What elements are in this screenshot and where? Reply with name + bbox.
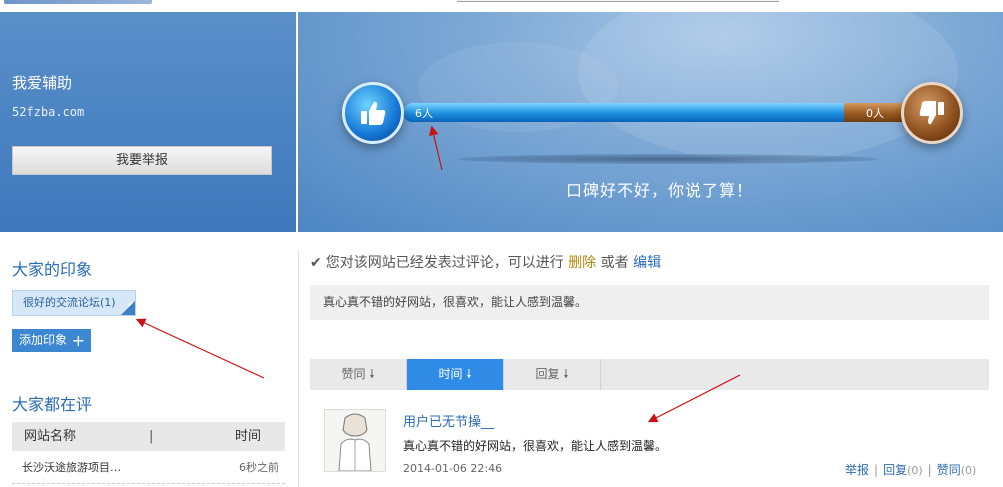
impressions-title: 大家的印象 [12, 260, 93, 279]
bad-count: 0人 [866, 107, 884, 120]
top-bar [0, 0, 1003, 12]
column-site-name: 网站名称 [24, 429, 77, 444]
review-username[interactable]: 用户已无节操__ [403, 411, 494, 430]
column-time: 时间 [234, 429, 261, 444]
bar-shadow [458, 154, 878, 164]
tab-agree-label: 赞同 [341, 367, 366, 381]
site-name: 我爱辅助 [12, 74, 73, 92]
plus-icon: + [71, 331, 85, 350]
my-comment: 真心真不错的好网站，很喜欢，能让人感到温馨。 [310, 285, 989, 320]
add-impression-button[interactable]: 添加印象 + [12, 329, 91, 352]
column-separator: | [149, 429, 154, 444]
annotation-arrow [135, 318, 265, 379]
tab-time-label: 时间 [438, 367, 463, 381]
review-actions: 举报 | 回复(0) | 赞同(0) [845, 463, 977, 477]
reply-link[interactable]: 回复(0) [883, 463, 923, 477]
report-button[interactable]: 我要举报 [12, 146, 272, 175]
agree-count: (0) [960, 464, 977, 477]
review-text: 真心真不错的好网站，很喜欢，能让人感到温馨。 [403, 439, 668, 453]
good-count: 6人 [415, 107, 433, 120]
thumbs-down-button[interactable] [901, 82, 963, 144]
world-map-background [578, 12, 958, 162]
tab-time[interactable]: 时间 🠗 [407, 359, 504, 390]
or-text: 或者 [600, 255, 629, 271]
row-site-name[interactable]: 长沙沃途旅游项目… [22, 453, 121, 483]
thumbs-down-icon [919, 101, 944, 125]
site-info-panel: 我爱辅助 52fzba.com 我要举报 [0, 12, 296, 232]
arrow-down-icon: 🠗 [559, 367, 569, 381]
edit-link[interactable]: 编辑 [633, 255, 661, 271]
report-link[interactable]: 举报 [845, 463, 869, 477]
impression-tag-label: 很好的交流论坛(1) [23, 296, 116, 309]
thumbs-up-button[interactable] [342, 82, 404, 144]
site-url[interactable]: 52fzba.com [12, 105, 84, 119]
reply-count: (0) [907, 464, 923, 477]
add-impression-label: 添加印象 [19, 333, 68, 347]
check-icon: ✔ [127, 300, 134, 309]
sort-tabs: 赞同 🠗 时间 🠗 回复 🠗 [310, 359, 989, 390]
avatar-illustration [325, 410, 385, 471]
search-input[interactable] [457, 0, 779, 2]
good-rating-fill [403, 103, 844, 122]
rating-banner: 6人 0人 口碑好不好，你说了算！ [298, 12, 1003, 232]
table-row[interactable]: 长沙沃途旅游项目… 6秒之前 [12, 453, 285, 484]
check-icon: ✔ [310, 255, 322, 271]
slogan: 口碑好不好，你说了算！ [566, 181, 754, 200]
reviewing-title: 大家都在评 [12, 395, 93, 414]
tab-reply-label: 回复 [535, 367, 560, 381]
tab-reply[interactable]: 回复 🠗 [504, 359, 601, 390]
notice-text: 您对该网站已经发表过评论，可以进行 [325, 255, 564, 271]
tab-agree[interactable]: 赞同 🠗 [310, 359, 407, 390]
logo[interactable] [4, 0, 152, 4]
table-header: 网站名称 | 时间 [12, 422, 285, 451]
arrow-down-icon: 🠗 [365, 367, 375, 381]
avatar[interactable] [324, 409, 386, 472]
rating-bar [403, 103, 928, 122]
review-time: 2014-01-06 22:46 [403, 462, 503, 475]
column-divider [298, 250, 299, 487]
delete-link[interactable]: 删除 [568, 255, 596, 271]
notice: ✔ 您对该网站已经发表过评论，可以进行 删除 或者 编辑 [310, 252, 661, 272]
thumbs-up-icon [361, 101, 386, 125]
agree-link[interactable]: 赞同(0) [937, 463, 977, 477]
row-time: 6秒之前 [239, 461, 279, 474]
impression-tag[interactable]: 很好的交流论坛(1) ✔ [12, 290, 136, 316]
arrow-down-icon: 🠗 [462, 367, 472, 381]
